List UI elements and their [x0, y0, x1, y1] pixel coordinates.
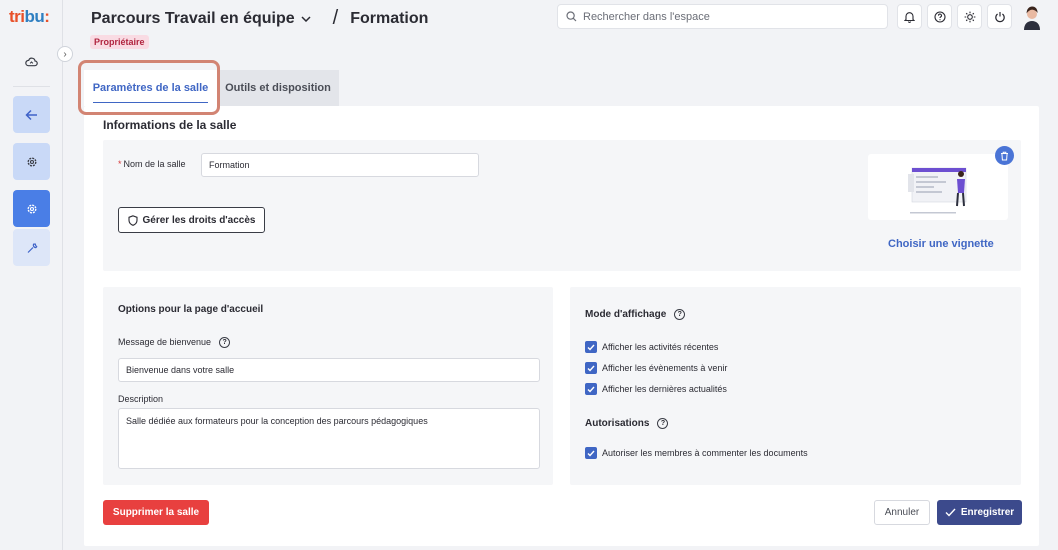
sidebar-item-cloud[interactable] [13, 43, 50, 80]
save-button[interactable]: Enregistrer [937, 500, 1022, 525]
cloud-icon [25, 57, 38, 67]
shield-icon [127, 214, 138, 226]
breadcrumb-separator: / [332, 7, 339, 29]
help-circle-icon [933, 10, 946, 23]
thumbnail-illustration [908, 167, 967, 214]
checkbox-checked-icon[interactable] [585, 447, 597, 459]
arrow-left-icon [25, 109, 37, 120]
delete-thumbnail-button[interactable] [995, 146, 1014, 165]
app-logo[interactable]: tribu: [9, 7, 50, 27]
welcome-message-label-text: Message de bienvenue [118, 337, 212, 347]
manage-access-label: Gérer les droits d'accès [142, 214, 256, 226]
permissions-title-text: Autorisations [585, 418, 650, 430]
room-thumbnail[interactable] [868, 154, 1008, 220]
room-name-label-text: Nom de la salle [123, 159, 186, 169]
required-mark: * [118, 159, 122, 169]
role-badge: Propriétaire [90, 35, 149, 49]
logo-text-main: tri [9, 7, 25, 26]
checkbox-checked-icon[interactable] [585, 362, 597, 374]
save-button-label: Enregistrer [960, 507, 1015, 518]
notifications-button[interactable] [897, 4, 922, 29]
breadcrumb: Parcours Travail en équipe / Formation [91, 7, 428, 30]
breadcrumb-current: Formation [350, 9, 429, 27]
checkbox-upcoming-events[interactable]: Afficher les évènements à venir [585, 362, 727, 374]
checkbox-latest-news[interactable]: Afficher les dernières actualités [585, 383, 727, 395]
checkbox-label: Afficher les dernières actualités [602, 384, 727, 394]
permissions-title: Autorisations? [585, 418, 669, 430]
room-name-label: * Nom de la salle [118, 159, 186, 169]
choose-thumbnail-link[interactable]: Choisir une vignette [888, 238, 994, 250]
display-mode-title: Mode d'affichage? [585, 309, 686, 321]
checkbox-label: Autoriser les membres à commenter les do… [602, 448, 808, 458]
logout-button[interactable] [987, 4, 1012, 29]
breadcrumb-parent[interactable]: Parcours Travail en équipe [91, 10, 295, 28]
description-textarea[interactable]: Salle dédiée aux formateurs pour la conc… [118, 408, 540, 469]
description-label: Description [118, 394, 164, 404]
top-header: Parcours Travail en équipe / Formation P… [63, 0, 1058, 58]
sidebar-item-back[interactable] [13, 96, 50, 133]
sidebar: tribu: [0, 0, 63, 550]
checkbox-label: Afficher les évènements à venir [602, 363, 728, 373]
sidebar-item-settings[interactable] [13, 143, 50, 180]
logo-text-suffix: : [44, 7, 50, 26]
help-circle-icon[interactable]: ? [657, 418, 669, 429]
theme-toggle-button[interactable] [957, 4, 982, 29]
power-icon [994, 11, 1005, 22]
section-title-room-info: Informations de la salle [103, 118, 237, 132]
sun-icon [964, 11, 975, 22]
bell-icon [904, 11, 915, 23]
sidebar-divider [13, 86, 50, 87]
welcome-message-input[interactable] [118, 358, 540, 382]
checkbox-recent-activities[interactable]: Afficher les activités récentes [585, 341, 718, 353]
check-icon [945, 508, 956, 517]
help-circle-icon[interactable]: ? [219, 337, 231, 349]
room-name-input[interactable] [201, 153, 479, 177]
welcome-message-label: Message de bienvenue? [118, 337, 231, 349]
sidebar-item-room-settings[interactable] [13, 190, 50, 227]
cancel-button[interactable]: Annuler [874, 500, 930, 525]
search-input[interactable] [583, 10, 873, 23]
checkbox-allow-comments[interactable]: Autoriser les membres à commenter les do… [585, 447, 808, 459]
help-button[interactable] [927, 4, 952, 29]
sidebar-toggle-button[interactable]: › [57, 46, 73, 62]
checkbox-label: Afficher les activités récentes [602, 342, 719, 352]
chevron-down-icon[interactable] [301, 13, 311, 25]
wrench-icon [27, 242, 38, 253]
tab-bar: Paramètres de la salle Outils et disposi… [84, 70, 339, 106]
chevron-right-icon: › [63, 48, 67, 60]
manage-access-button[interactable]: Gérer les droits d'accès [118, 207, 265, 233]
help-circle-icon[interactable]: ? [674, 309, 686, 320]
gear-icon [27, 204, 36, 213]
trash-icon [1001, 151, 1008, 160]
tab-tools-layout[interactable]: Outils et disposition [217, 70, 339, 106]
homepage-options-title: Options pour la page d'accueil [118, 304, 264, 315]
search-box[interactable] [557, 4, 888, 29]
logo-text-accent: bu [24, 7, 45, 26]
display-mode-title-text: Mode d'affichage [585, 309, 667, 321]
sidebar-item-tools[interactable] [13, 229, 50, 266]
user-avatar[interactable] [1021, 4, 1043, 30]
checkbox-checked-icon[interactable] [585, 383, 597, 395]
checkbox-checked-icon[interactable] [585, 341, 597, 353]
gear-icon [27, 157, 36, 166]
tab-room-settings[interactable]: Paramètres de la salle [84, 70, 217, 106]
search-icon [566, 11, 577, 22]
delete-room-button[interactable]: Supprimer la salle [103, 500, 209, 525]
